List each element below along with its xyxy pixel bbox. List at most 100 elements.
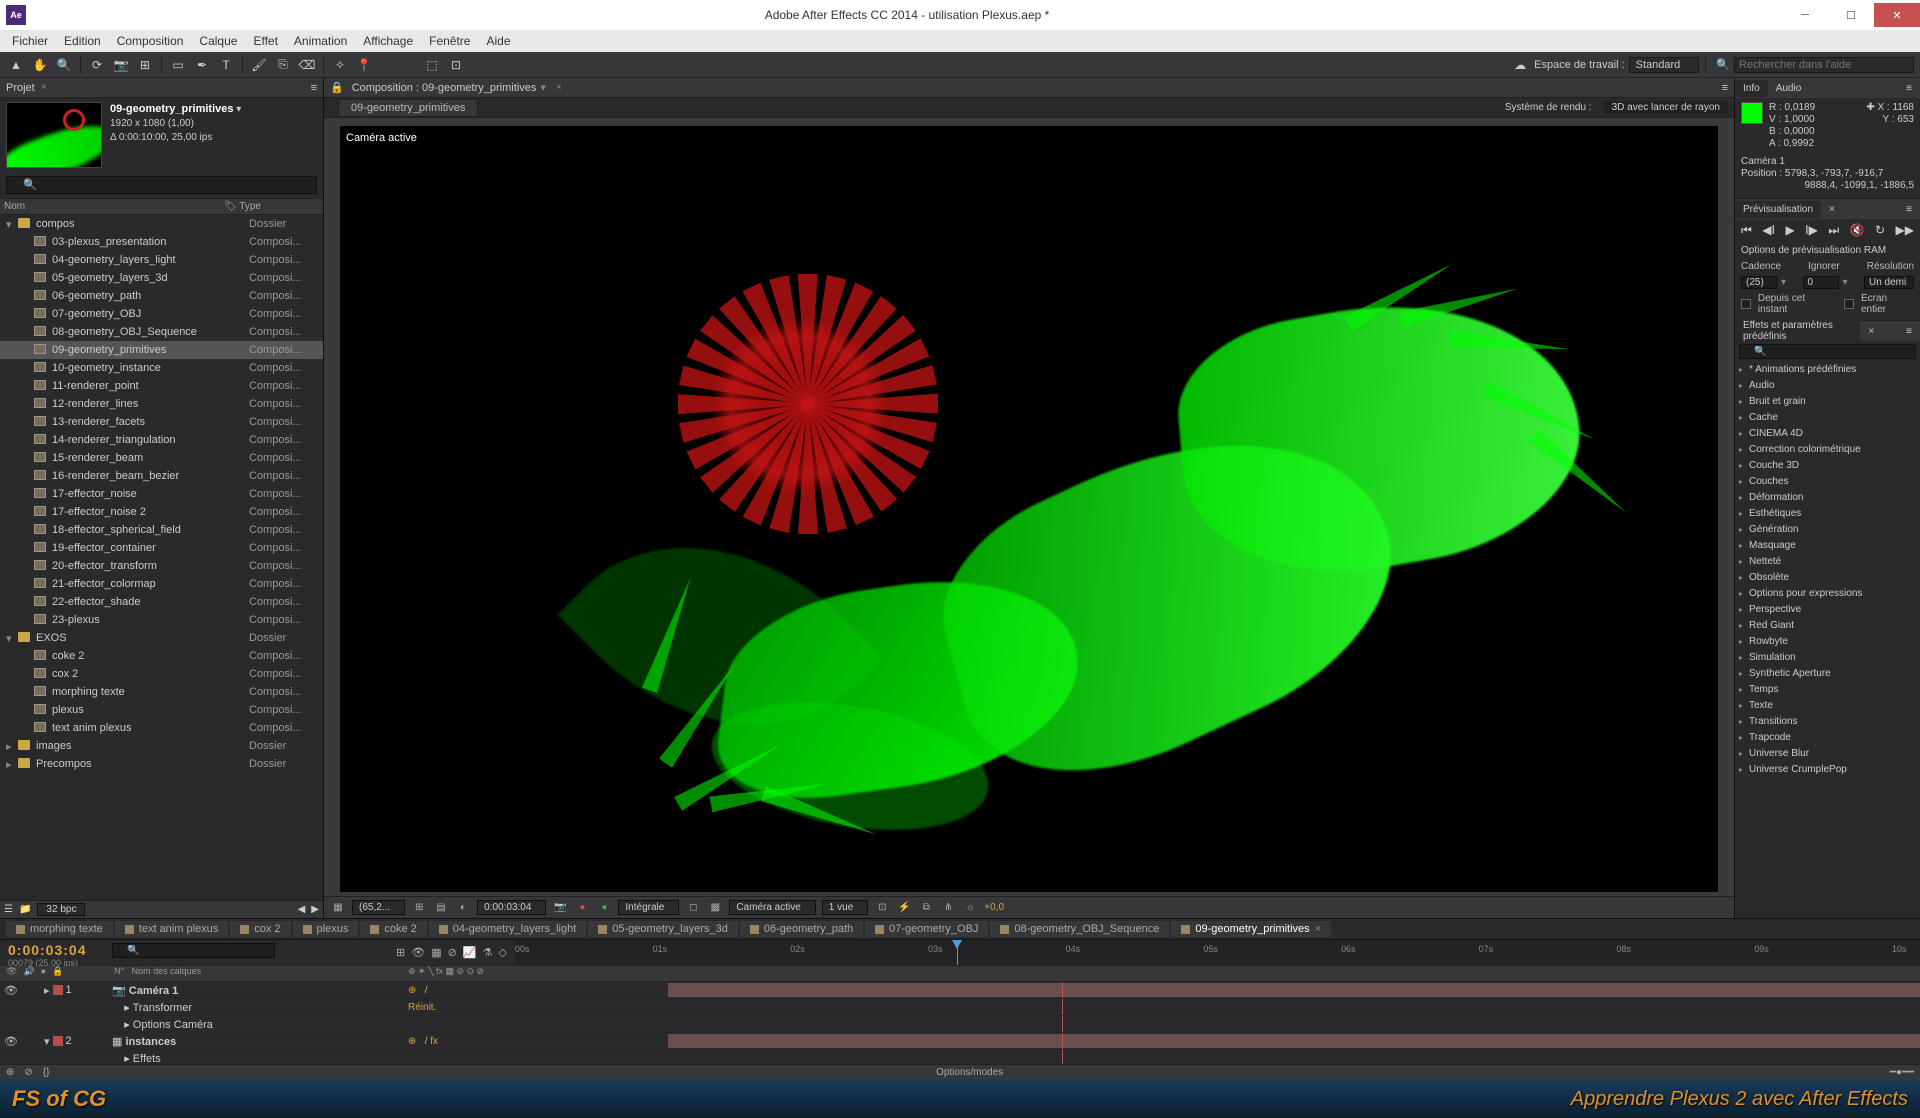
transparency-icon[interactable]: ▩ [707, 902, 723, 913]
menu-animation[interactable]: Animation [286, 34, 355, 48]
text-tool-icon[interactable]: T [216, 55, 236, 75]
options-modes[interactable]: Options/modes [936, 1067, 1003, 1078]
cc-icon[interactable]: ☁ [1510, 55, 1530, 75]
tree-row[interactable]: 20-effector_transformComposi... [0, 557, 323, 575]
snapshot-icon[interactable]: 📷 [552, 902, 568, 913]
panel-menu-icon[interactable]: ≡ [1898, 201, 1920, 218]
effect-category[interactable]: Couches [1735, 474, 1920, 490]
minimize-button[interactable]: ─ [1782, 3, 1828, 27]
exposure-value[interactable]: +0,0 [984, 902, 1004, 913]
effect-category[interactable]: Cache [1735, 410, 1920, 426]
comp-subtab[interactable]: 09-geometry_primitives [338, 99, 478, 117]
effects-search-input[interactable] [1739, 344, 1916, 359]
effect-category[interactable]: Trapcode [1735, 730, 1920, 746]
zoom-dropdown[interactable]: (65,2... [352, 900, 405, 915]
effect-category[interactable]: Temps [1735, 682, 1920, 698]
timeline-tab[interactable]: 08-geometry_OBJ_Sequence [990, 921, 1169, 937]
renderer-value[interactable]: 3D avec lancer de rayon [1604, 101, 1728, 114]
tree-row[interactable]: text anim plexusComposi... [0, 719, 323, 737]
close-button[interactable]: ✕ [1874, 3, 1920, 27]
timeline-tab[interactable]: 07-geometry_OBJ [865, 921, 988, 937]
next-frame-icon[interactable]: Ⅰ▶ [1805, 223, 1818, 238]
graph-icon[interactable]: 📈 [463, 946, 477, 959]
tree-row[interactable]: 17-effector_noise 2Composi... [0, 503, 323, 521]
effects-list[interactable]: * Animations prédéfiniesAudioBruit et gr… [1735, 362, 1920, 918]
motion-blur-icon[interactable]: ⊘ [448, 946, 457, 959]
toggle-switches-icon[interactable]: ⊕ [6, 1067, 14, 1078]
bpc-toggle[interactable]: 32 bpc [37, 903, 85, 916]
tab-preview[interactable]: Prévisualisation [1735, 201, 1821, 218]
pen-tool-icon[interactable]: ✒ [192, 55, 212, 75]
puppet-tool-icon[interactable]: 📍 [354, 55, 374, 75]
tree-row[interactable]: 19-effector_containerComposi... [0, 539, 323, 557]
tree-row[interactable]: 12-renderer_linesComposi... [0, 395, 323, 413]
menu-view[interactable]: Affichage [355, 34, 421, 48]
tree-row[interactable]: ▸PrecomposDossier [0, 755, 323, 773]
tree-row[interactable]: 10-geometry_instanceComposi... [0, 359, 323, 377]
camera-dropdown[interactable]: Caméra active [729, 900, 815, 915]
hand-tool-icon[interactable]: ✋ [30, 55, 50, 75]
selection-tool-icon[interactable]: ▲ [6, 55, 26, 75]
toggle3-icon[interactable]: {} [43, 1067, 50, 1078]
timeline-tab[interactable]: plexus [293, 921, 359, 937]
roto-tool-icon[interactable]: ✧ [330, 55, 350, 75]
effect-category[interactable]: Correction colorimétrique [1735, 442, 1920, 458]
effect-category[interactable]: Netteté [1735, 554, 1920, 570]
effect-category[interactable]: * Animations prédéfinies [1735, 362, 1920, 378]
time-indicator[interactable] [957, 940, 958, 965]
comp-tab-close-icon[interactable]: × [556, 82, 562, 93]
tree-row[interactable]: coke 2Composi... [0, 647, 323, 665]
fullscreen-checkbox[interactable] [1844, 299, 1854, 309]
help-search-input[interactable] [1734, 57, 1914, 73]
tree-row[interactable]: 23-plexusComposi... [0, 611, 323, 629]
panel-menu-icon[interactable]: ≡ [1898, 80, 1920, 97]
flowchart-icon[interactable]: ⋔ [940, 902, 956, 913]
menu-window[interactable]: Fenêtre [421, 34, 478, 48]
tree-row[interactable]: 03-plexus_presentationComposi... [0, 233, 323, 251]
ram-icon[interactable]: ▶▶ [1896, 223, 1914, 238]
effect-category[interactable]: Universe CrumplePop [1735, 762, 1920, 778]
menu-edit[interactable]: Edition [56, 34, 109, 48]
layer-row[interactable]: ▸ Options Caméra [0, 1016, 1920, 1033]
resolution-dropdown[interactable]: Intégrale [618, 900, 679, 915]
tree-row[interactable]: 13-renderer_facetsComposi... [0, 413, 323, 431]
folder-icon[interactable]: 📁 [19, 904, 31, 915]
brush-tool-icon[interactable]: 🖌 [249, 55, 269, 75]
panel-close-icon[interactable]: × [41, 82, 47, 93]
timeline-search-input[interactable] [112, 943, 275, 958]
mute-icon[interactable]: 🔇 [1850, 223, 1865, 238]
menu-file[interactable]: Fichier [4, 34, 56, 48]
tree-row[interactable]: 09-geometry_primitivesComposi... [0, 341, 323, 359]
prev-frame-icon[interactable]: ◀Ⅰ [1762, 223, 1775, 238]
project-tree[interactable]: ▾composDossier03-plexus_presentationComp… [0, 215, 323, 900]
comp-mini-icon[interactable]: ⊞ [396, 946, 405, 959]
tree-row[interactable]: 11-renderer_pointComposi... [0, 377, 323, 395]
layer-row[interactable]: 👁▾2▦ instances⊕ / fx [0, 1033, 1920, 1050]
effect-category[interactable]: Rowbyte [1735, 634, 1920, 650]
loop-icon[interactable]: ↻ [1875, 223, 1885, 238]
effect-category[interactable]: Génération [1735, 522, 1920, 538]
zoom-tool-icon[interactable]: 🔍 [54, 55, 74, 75]
effect-category[interactable]: Esthétiques [1735, 506, 1920, 522]
lock-icon[interactable]: 🔒 [330, 81, 344, 94]
scroll-right-icon[interactable]: ▶ [311, 904, 319, 915]
camera-tool-icon[interactable]: 📷 [111, 55, 131, 75]
expose-icon[interactable]: ☼ [962, 902, 978, 913]
tree-row[interactable]: 07-geometry_OBJComposi... [0, 305, 323, 323]
last-frame-icon[interactable]: ⏭ [1828, 223, 1839, 238]
menu-composition[interactable]: Composition [109, 34, 192, 48]
timeline-tab[interactable]: coke 2 [360, 921, 426, 937]
tree-row[interactable]: 14-renderer_triangulationComposi... [0, 431, 323, 449]
comp-tab[interactable]: Composition : 09-geometry_primitives [352, 82, 537, 94]
menu-effect[interactable]: Effet [245, 34, 285, 48]
composition-viewport[interactable]: Caméra active for(let i=0;i<28;i++){docu… [340, 126, 1718, 892]
tree-row[interactable]: 16-renderer_beam_bezierComposi... [0, 467, 323, 485]
tree-row[interactable]: 08-geometry_OBJ_SequenceComposi... [0, 323, 323, 341]
time-display[interactable]: 0:00:03:04 [477, 900, 546, 915]
effect-category[interactable]: Déformation [1735, 490, 1920, 506]
view-dropdown[interactable]: 1 vue [822, 900, 868, 915]
timeline-tab[interactable]: 06-geometry_path [740, 921, 863, 937]
tree-row[interactable]: ▸imagesDossier [0, 737, 323, 755]
first-frame-icon[interactable]: ⏮ [1741, 223, 1752, 238]
brainstorm-icon[interactable]: ⚗ [483, 946, 493, 959]
